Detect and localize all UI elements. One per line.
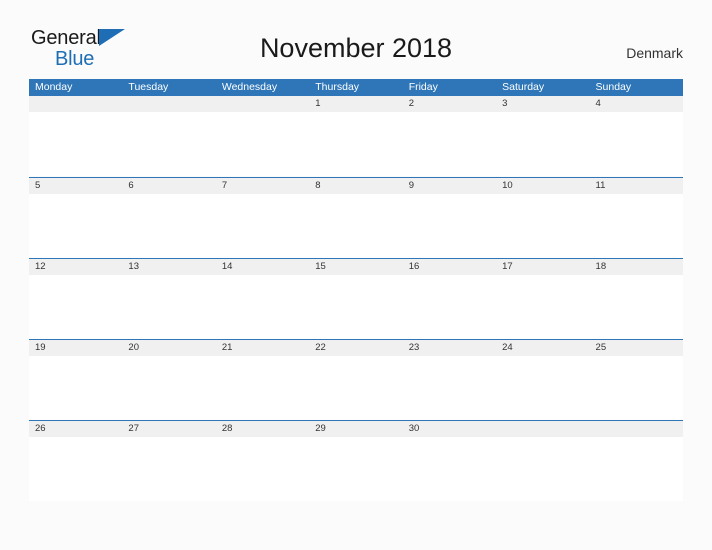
day-cell[interactable]: 4 <box>590 96 683 112</box>
day-cell[interactable] <box>590 421 683 437</box>
day-cell[interactable]: 5 <box>29 178 122 194</box>
weekday-wednesday: Wednesday <box>221 81 278 93</box>
day-cell[interactable]: 11 <box>590 178 683 194</box>
day-cell[interactable]: 18 <box>590 259 683 275</box>
week-row: 12 13 14 15 16 17 18 <box>29 258 683 339</box>
weekday-monday: Monday <box>35 81 73 93</box>
day-cell[interactable]: 14 <box>216 259 309 275</box>
weekday-saturday: Saturday <box>502 81 545 93</box>
day-cell[interactable]: 1 <box>309 96 402 112</box>
week-event-area[interactable] <box>29 112 683 176</box>
week-date-band: 5 6 7 8 9 10 11 <box>29 178 683 194</box>
weekday-header-row: Monday Tuesday Wednesday Thursday Friday… <box>29 79 683 96</box>
day-cell[interactable] <box>216 96 309 112</box>
day-cell[interactable]: 28 <box>216 421 309 437</box>
week-event-area[interactable] <box>29 437 683 501</box>
week-event-area[interactable] <box>29 356 683 420</box>
week-row: 1 2 3 4 <box>29 96 683 177</box>
day-cell[interactable]: 29 <box>309 421 402 437</box>
day-cell[interactable]: 23 <box>403 340 496 356</box>
weekday-tuesday: Tuesday <box>128 81 169 93</box>
calendar-page: General Blue November 2018 Denmark Monda… <box>0 0 712 550</box>
week-date-band: 1 2 3 4 <box>29 96 683 112</box>
weekday-sunday: Sunday <box>595 81 632 93</box>
day-cell[interactable]: 7 <box>216 178 309 194</box>
day-cell[interactable]: 13 <box>122 259 215 275</box>
day-cell[interactable]: 30 <box>403 421 496 437</box>
day-cell[interactable] <box>496 421 589 437</box>
day-cell[interactable]: 25 <box>590 340 683 356</box>
day-cell[interactable]: 19 <box>29 340 122 356</box>
day-cell[interactable]: 6 <box>122 178 215 194</box>
day-cell[interactable]: 8 <box>309 178 402 194</box>
day-cell[interactable]: 17 <box>496 259 589 275</box>
week-event-area[interactable] <box>29 194 683 258</box>
week-row: 26 27 28 29 30 <box>29 420 683 501</box>
week-date-band: 19 20 21 22 23 24 25 <box>29 340 683 356</box>
day-cell[interactable]: 10 <box>496 178 589 194</box>
calendar-grid: Monday Tuesday Wednesday Thursday Friday… <box>29 79 683 501</box>
day-cell[interactable]: 15 <box>309 259 402 275</box>
week-row: 19 20 21 22 23 24 25 <box>29 339 683 420</box>
day-cell[interactable] <box>122 96 215 112</box>
day-cell[interactable]: 21 <box>216 340 309 356</box>
page-header: General Blue November 2018 Denmark <box>0 0 712 69</box>
day-cell[interactable]: 22 <box>309 340 402 356</box>
day-cell[interactable]: 3 <box>496 96 589 112</box>
week-event-area[interactable] <box>29 275 683 339</box>
day-cell[interactable]: 16 <box>403 259 496 275</box>
page-title: November 2018 <box>259 33 453 63</box>
weekday-friday: Friday <box>408 81 438 93</box>
day-cell[interactable] <box>29 96 122 112</box>
week-row: 5 6 7 8 9 10 11 <box>29 177 683 258</box>
day-cell[interactable]: 2 <box>403 96 496 112</box>
day-cell[interactable]: 9 <box>403 178 496 194</box>
week-date-band: 12 13 14 15 16 17 18 <box>29 259 683 275</box>
region-label: Denmark <box>626 45 683 61</box>
day-cell[interactable]: 26 <box>29 421 122 437</box>
day-cell[interactable]: 27 <box>122 421 215 437</box>
day-cell[interactable]: 24 <box>496 340 589 356</box>
day-cell[interactable]: 20 <box>122 340 215 356</box>
weekday-thursday: Thursday <box>315 81 360 93</box>
day-cell[interactable]: 12 <box>29 259 122 275</box>
week-date-band: 26 27 28 29 30 <box>29 421 683 437</box>
